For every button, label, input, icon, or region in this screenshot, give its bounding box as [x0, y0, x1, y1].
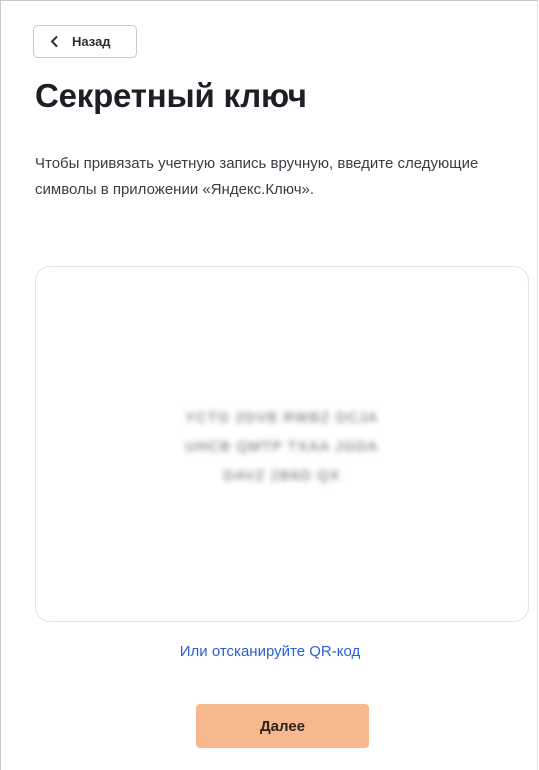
page-frame: Назад Секретный ключ Чтобы привязать уче…	[0, 0, 538, 770]
back-button[interactable]: Назад	[33, 25, 137, 58]
page-title: Секретный ключ	[35, 77, 307, 114]
chevron-left-icon	[48, 35, 61, 48]
scan-qr-link[interactable]: Или отсканируйте QR-код	[1, 643, 539, 660]
instructions-text: Чтобы привязать учетную запись вручную, …	[35, 155, 479, 198]
next-button[interactable]: Далее	[196, 704, 369, 748]
back-button-label: Назад	[72, 34, 111, 49]
secret-key-card: YCTG 2DVB RWBZ DCJA UHCB QMTP TXAA JGDA …	[35, 266, 529, 622]
secret-key-line: YCTG 2DVB RWBZ DCJA	[185, 409, 379, 425]
secret-key-line: UHCB QMTP TXAA JGDA	[185, 438, 379, 454]
secret-key-text[interactable]: YCTG 2DVB RWBZ DCJA UHCB QMTP TXAA JGDA …	[36, 403, 528, 490]
secret-key-line: DAVZ 2B6D QX	[223, 467, 341, 483]
